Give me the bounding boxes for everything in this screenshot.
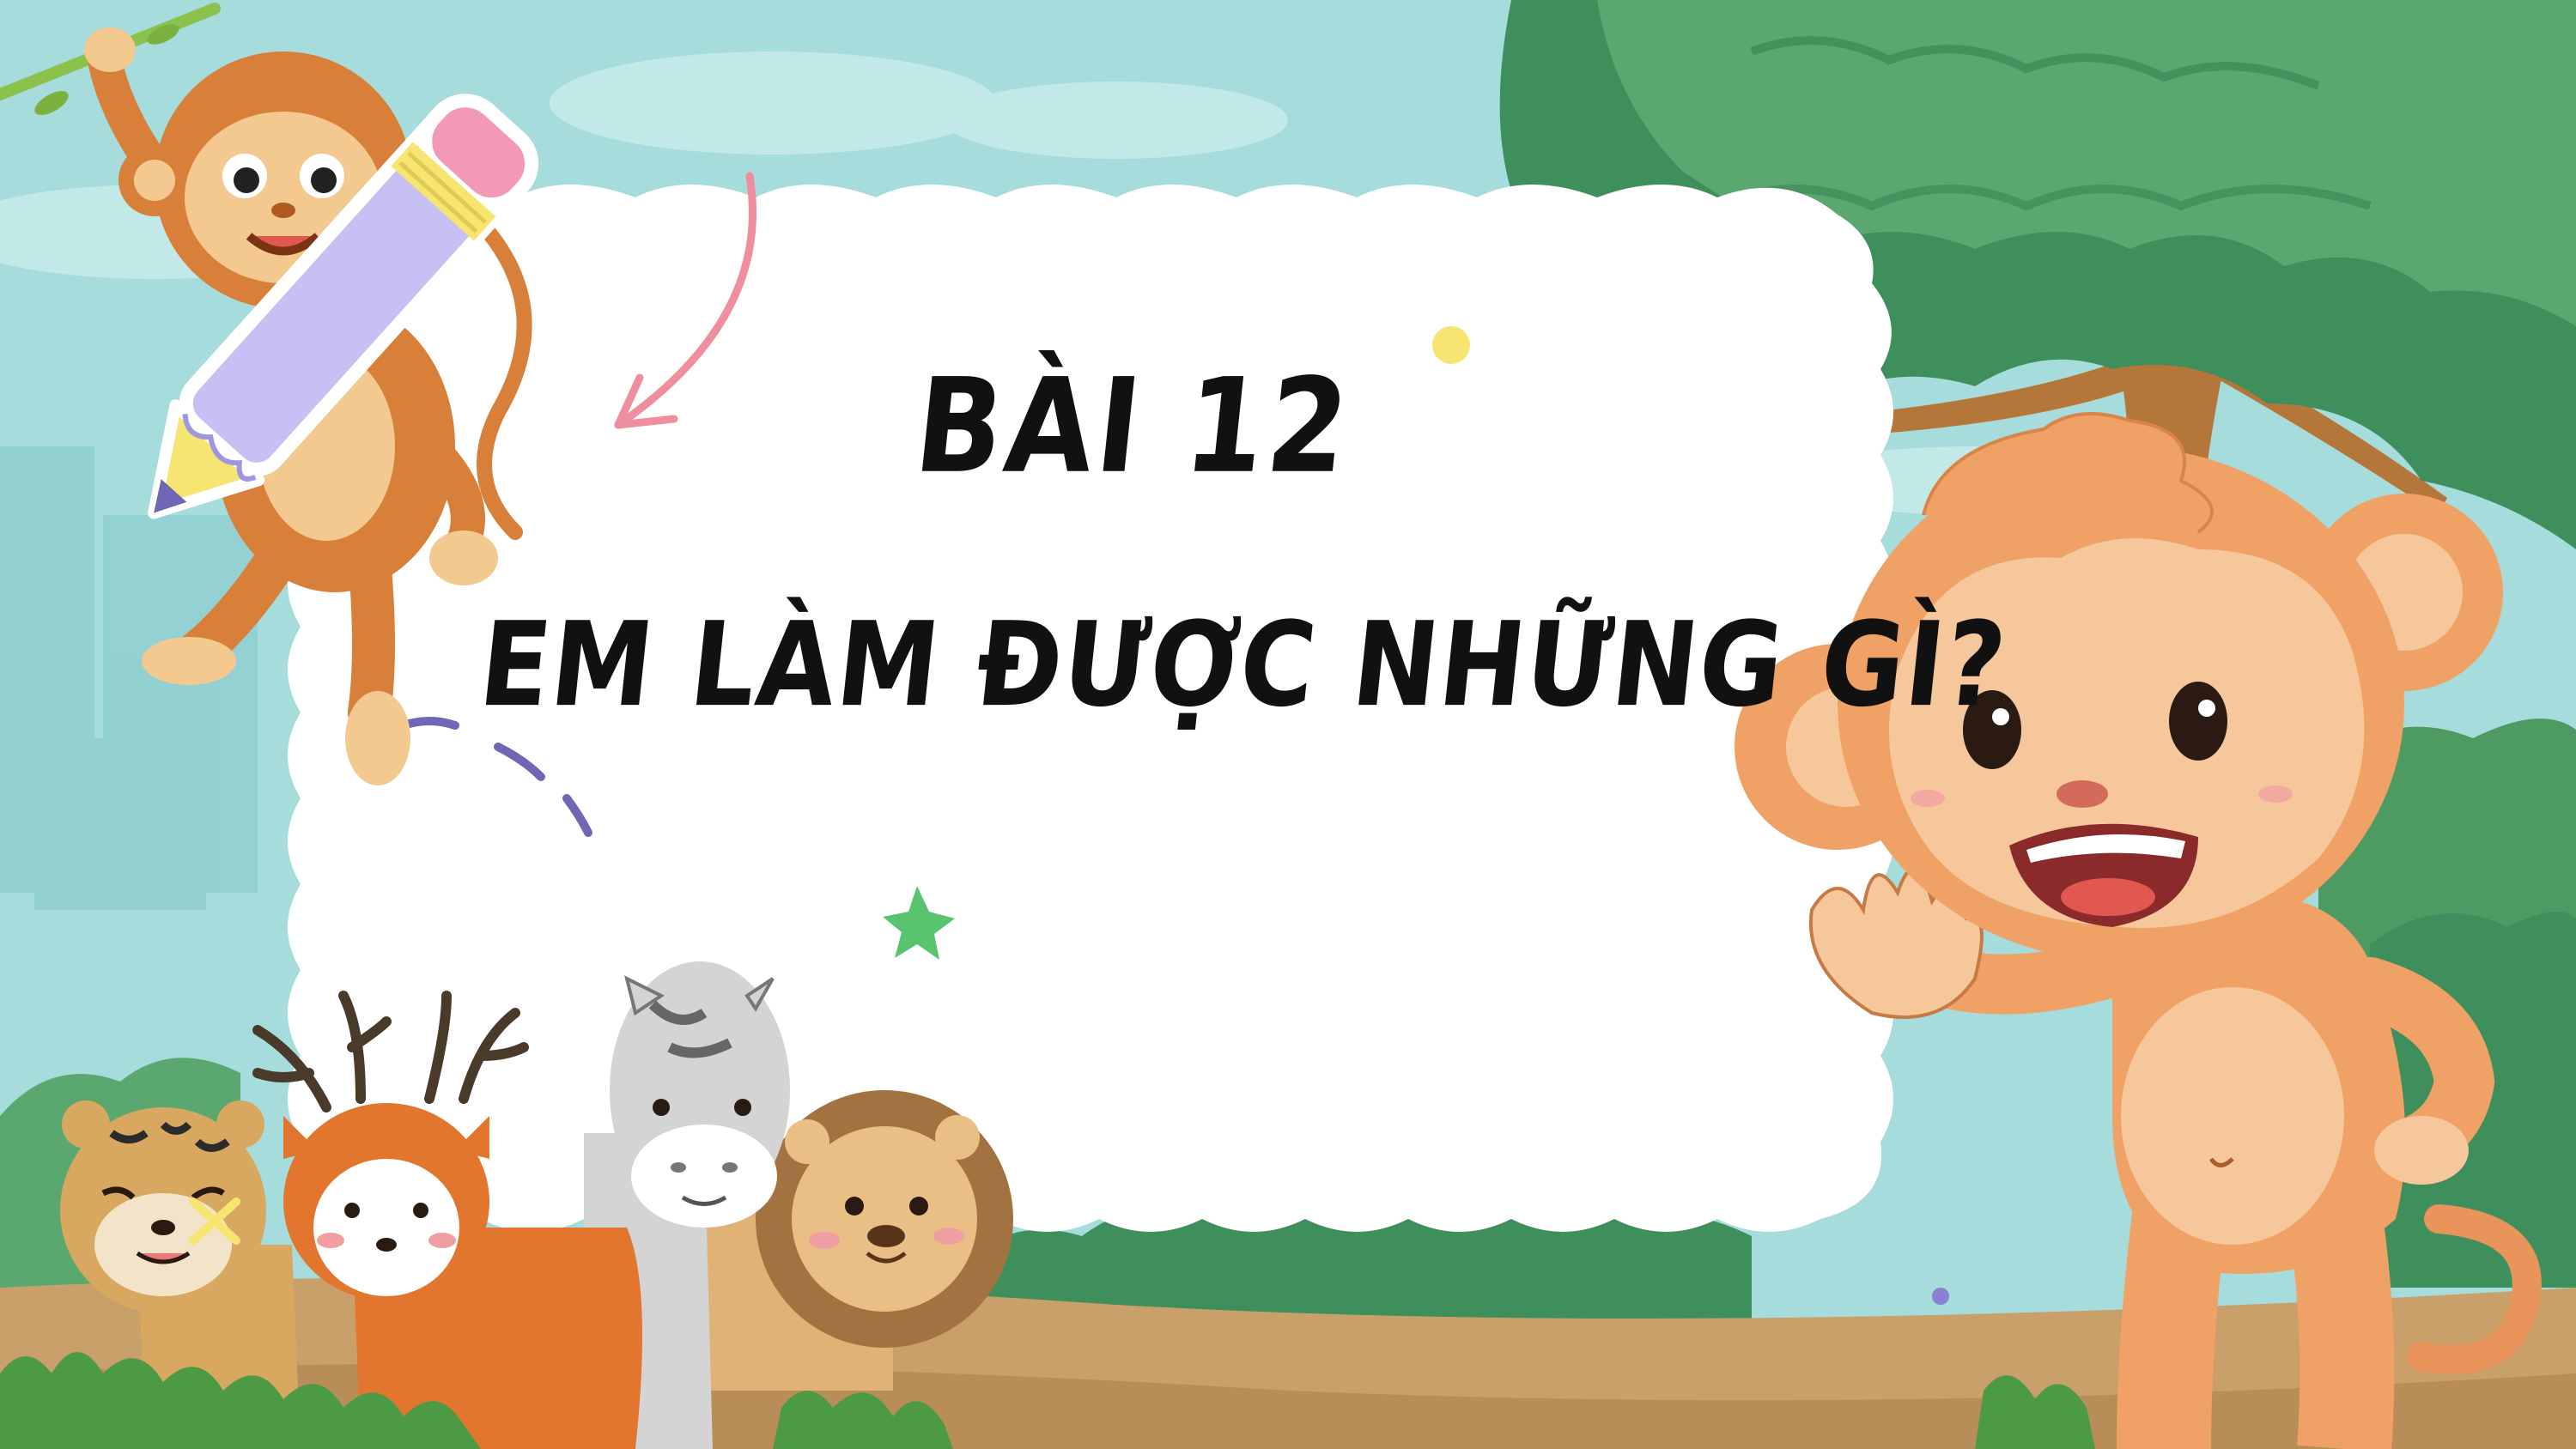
scene-illustration (0, 0, 2576, 1449)
small-dot-icon (1932, 1288, 1949, 1305)
dot-icon (1432, 326, 1470, 364)
